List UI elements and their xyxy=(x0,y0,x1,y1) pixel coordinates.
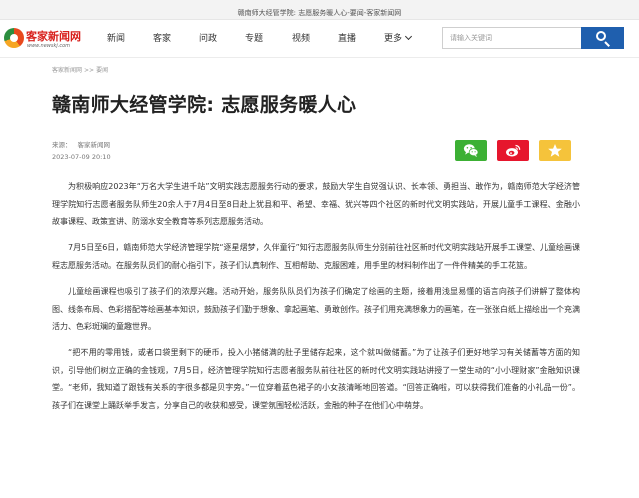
wechat-icon xyxy=(463,144,479,157)
nav-item-news[interactable]: 新闻 xyxy=(107,31,125,44)
breadcrumb: 客家新闻网 >> 要闻 xyxy=(52,65,108,74)
search-input[interactable] xyxy=(442,27,582,49)
article-paragraph: 7月5日至6日，赣南师范大学经济管理学院“逐星熠梦，久伴童行”知行志愿服务队师生… xyxy=(52,243,580,270)
site-header: 客家新闻网 www.newskj.com 新闻 客家 问政 专题 视频 直播 更… xyxy=(0,20,639,58)
window-title: 赣南师大经管学院: 志愿服务暖人心-要闻-客家新闻网 xyxy=(237,9,402,17)
search-button[interactable] xyxy=(581,27,624,49)
article-title: 赣南师大经管学院: 志愿服务暖人心 xyxy=(52,94,357,116)
article-paragraph: 为积极响应2023年“万名大学生进千站”文明实践志愿服务行动的要求，鼓励大学生自… xyxy=(52,182,580,227)
nav-item-hakka[interactable]: 客家 xyxy=(153,31,171,44)
article-paragraph: “把不用的零用钱，或者口袋里剩下的硬币，投入小猪储满的肚子里储存起来，这个就叫做… xyxy=(52,348,580,411)
nav-item-more[interactable]: 更多 xyxy=(384,31,413,44)
search-icon xyxy=(596,31,606,41)
share-wechat-button[interactable] xyxy=(455,140,487,161)
article-body: 为积极响应2023年“万名大学生进千站”文明实践志愿服务行动的要求，鼓励大学生自… xyxy=(52,178,580,423)
article-meta: 来源： 客家新闻网 2023-07-09 20:10 xyxy=(52,139,111,163)
nav-item-more-label: 更多 xyxy=(384,34,403,44)
share-weibo-button[interactable] xyxy=(497,140,529,161)
source-label: 来源： xyxy=(52,141,72,149)
nav-item-live[interactable]: 直播 xyxy=(338,31,356,44)
nav-item-topics[interactable]: 专题 xyxy=(245,31,263,44)
breadcrumb-section-link[interactable]: 要闻 xyxy=(96,67,108,74)
article-source: 客家新闻网 xyxy=(77,141,111,149)
publish-date: 2023-07-09 20:10 xyxy=(52,153,111,161)
nav-item-video[interactable]: 视频 xyxy=(292,31,310,44)
logo-mark-icon xyxy=(4,28,24,48)
breadcrumb-separator: >> xyxy=(84,67,95,74)
favorite-button[interactable] xyxy=(539,140,571,161)
nav-item-inquiry[interactable]: 问政 xyxy=(199,31,217,44)
article-paragraph: 儿童绘画课程也吸引了孩子们的浓厚兴趣。活动开始，服务队队员们为孩子们确定了绘画的… xyxy=(52,286,580,332)
logo-name: 客家新闻网 xyxy=(26,30,81,43)
window-title-bar: 赣南师大经管学院: 志愿服务暖人心-要闻-客家新闻网 xyxy=(0,0,639,20)
logo-url: www.newskj.com xyxy=(27,43,71,49)
chevron-down-icon xyxy=(404,32,413,41)
star-icon xyxy=(548,144,562,157)
site-logo[interactable]: 客家新闻网 www.newskj.com xyxy=(4,26,84,54)
weibo-icon xyxy=(506,144,521,157)
breadcrumb-home-link[interactable]: 客家新闻网 xyxy=(52,67,82,74)
